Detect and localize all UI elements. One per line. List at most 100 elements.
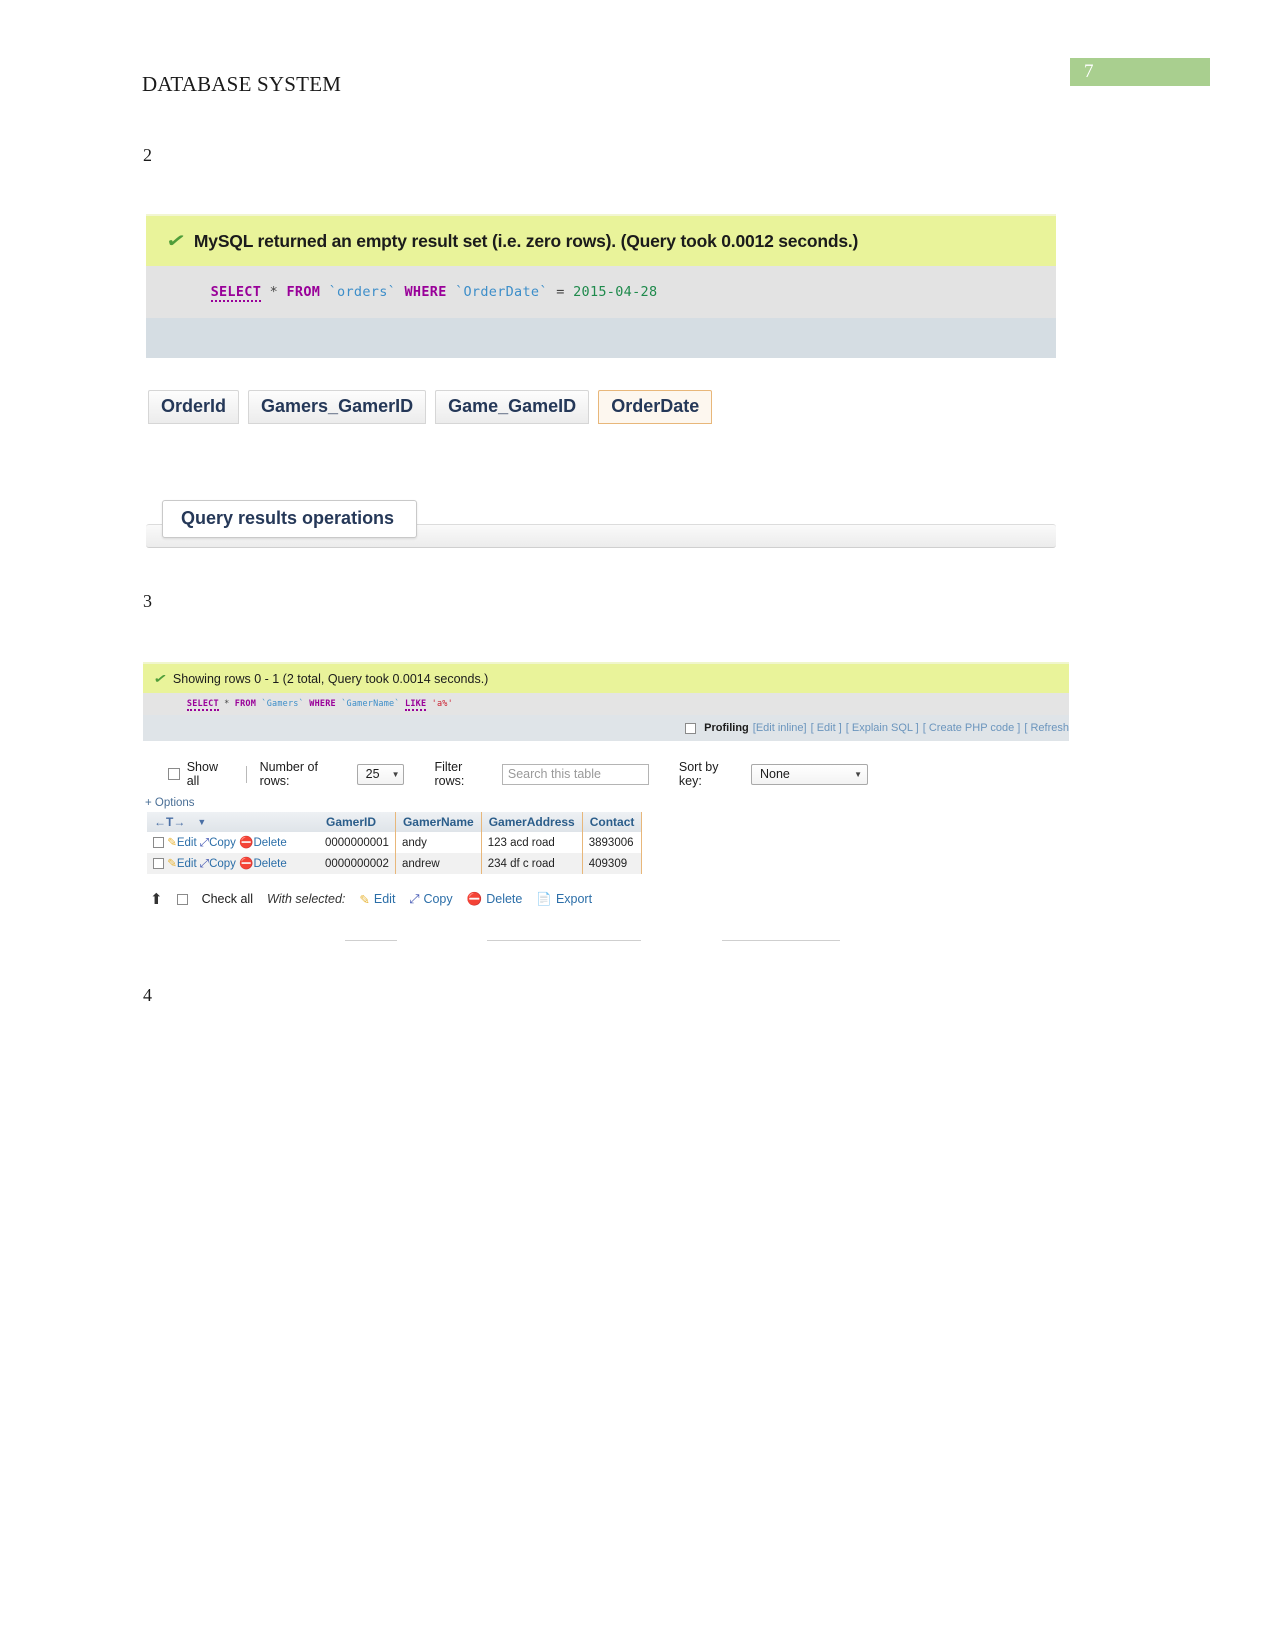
sql-column-name: `OrderDate` (455, 284, 548, 300)
column-chip-orderid[interactable]: OrderId (148, 390, 240, 424)
pencil-icon: ✎ (167, 837, 177, 849)
copy-icon: ⤢ (199, 837, 210, 849)
cell-gamerid: 0000000001 (319, 832, 396, 853)
row-checkbox[interactable] (153, 858, 164, 870)
edit-inline-link[interactable]: [Edit inline] (753, 722, 807, 734)
sort-by-key-value: None (760, 767, 790, 781)
bulk-edit-label: Edit (373, 892, 396, 906)
column-chip-game-gameid[interactable]: Game_GameID (435, 390, 590, 424)
sql-keyword-select: SELECT (210, 284, 262, 302)
sql-keyword-where: WHERE (309, 699, 336, 709)
cell-gamername: andrew (395, 853, 482, 874)
sql-display: SELECT * FROM `orders` WHERE `OrderDate`… (146, 266, 1056, 318)
delete-icon: ⛔ (239, 837, 254, 849)
row-delete-link[interactable]: Delete (253, 837, 286, 849)
sort-by-key-select[interactable]: None ▼ (751, 763, 868, 785)
bulk-copy-button[interactable]: ⤢ Copy (409, 892, 452, 907)
select-all-arrow-icon[interactable]: ⬆ (150, 890, 163, 908)
result-options-bar: Show all Number of rows: 25 ▼ Filter row… (168, 760, 868, 788)
decorative-rule (722, 940, 840, 941)
bulk-export-label: Export (555, 892, 593, 906)
table-bottom-action-bar: ⬆ Check all With selected: ✎ Edit ⤢ Copy… (150, 890, 592, 908)
check-all-checkbox[interactable] (176, 893, 188, 905)
create-php-code-link[interactable]: [ Create PHP code ] (923, 722, 1021, 734)
bulk-export-button[interactable]: 📄 Export (536, 892, 592, 907)
sql-star: * (269, 284, 279, 300)
sql-display-rows: SELECT * FROM `Gamers` WHERE `GamerName`… (143, 693, 1069, 715)
column-header-contact[interactable]: Contact (582, 812, 643, 832)
pencil-icon: ✎ (359, 892, 370, 907)
sql-column-name: `GamerName` (341, 699, 400, 709)
chevron-down-icon: ▼ (854, 769, 862, 779)
column-header-gamerid[interactable]: GamerID (319, 812, 396, 832)
decorative-rule (345, 940, 397, 941)
column-chip-gamers-gamerid[interactable]: Gamers_GamerID (248, 390, 427, 424)
options-toggle-link[interactable]: + Options (145, 797, 195, 809)
number-of-rows-select[interactable]: 25 ▼ (356, 763, 405, 785)
row-edit-link[interactable]: Edit (177, 858, 197, 870)
sort-by-key-label: Sort by key: (678, 760, 719, 788)
table-nav-header: ←T→ ▼ (147, 812, 319, 832)
cell-gameraddress: 234 df c road (481, 853, 583, 874)
section-number-2: 2 (143, 145, 152, 165)
query-results-operations-tab[interactable]: Query results operations (162, 500, 418, 538)
cell-gamerid: 0000000002 (319, 853, 396, 874)
filter-rows-input[interactable]: Search this table (501, 763, 649, 785)
sql-table-name: `Gamers` (261, 699, 304, 709)
pencil-icon: ✎ (167, 858, 177, 870)
explain-sql-link[interactable]: [ Explain SQL ] (846, 722, 919, 734)
toolbar-divider (245, 765, 247, 783)
status-message-rows: Showing rows 0 - 1 (2 total, Query took … (172, 671, 489, 686)
bulk-edit-button[interactable]: ✎ Edit (359, 892, 395, 907)
panel-footer (146, 318, 1056, 358)
sql-keyword-from: FROM (234, 699, 257, 709)
column-chip-orderdate[interactable]: OrderDate (598, 390, 713, 424)
sql-keyword-from: FROM (286, 284, 321, 300)
cell-gameraddress: 123 acd road (481, 832, 583, 853)
row-copy-link[interactable]: Copy (209, 858, 236, 870)
cell-contact: 3893006 (582, 832, 643, 853)
page-title: DATABASE SYSTEM (142, 72, 342, 96)
column-header-gameraddress[interactable]: GamerAddress (481, 812, 583, 832)
sql-value: 'a%' (431, 699, 453, 709)
copy-icon: ⤢ (409, 891, 420, 906)
delete-icon: ⛔ (239, 858, 254, 870)
sql-operator: = (556, 284, 565, 300)
check-all-label: Check all (201, 892, 253, 906)
sql-keyword-select: SELECT (186, 699, 219, 711)
row-edit-link[interactable]: Edit (177, 837, 197, 849)
bulk-delete-button[interactable]: ⛔ Delete (467, 892, 523, 907)
number-of-rows-label: Number of rows: (259, 760, 318, 788)
column-header-gamername[interactable]: GamerName (395, 812, 482, 832)
chevron-down-icon: ▼ (391, 769, 400, 779)
profiling-checkbox[interactable] (685, 722, 697, 734)
sql-table-name: `orders` (328, 284, 397, 300)
sort-caret-icon[interactable]: ▼ (197, 817, 206, 827)
status-message: MySQL returned an empty result set (i.e.… (193, 230, 859, 251)
table-row: ✎Edit ⤢Copy ⛔Delete 0000000002 andrew 23… (147, 853, 643, 874)
show-all-label: Show all (186, 760, 218, 788)
row-delete-link[interactable]: Delete (253, 858, 286, 870)
query-result-panel-rows: ✓ Showing rows 0 - 1 (2 total, Query too… (143, 662, 1069, 741)
copy-icon: ⤢ (199, 858, 210, 870)
delete-icon: ⛔ (466, 891, 483, 906)
query-result-panel-empty: ✓ MySQL returned an empty result set (i.… (146, 214, 1056, 358)
sql-value: 2015-04-28 (573, 284, 658, 300)
row-actions: ✎Edit ⤢Copy ⛔Delete (147, 853, 319, 874)
refresh-link[interactable]: [ Refresh (1024, 722, 1069, 734)
export-icon: 📄 (536, 891, 552, 906)
number-of-rows-value: 25 (365, 767, 380, 781)
cell-contact: 409309 (582, 853, 643, 874)
cell-gamername: andy (395, 832, 482, 853)
section-number-4: 4 (143, 985, 152, 1005)
bulk-copy-label: Copy (423, 892, 453, 906)
page-number-badge: 7 (1070, 58, 1210, 86)
edit-link[interactable]: [ Edit ] (811, 722, 842, 734)
show-all-checkbox[interactable] (168, 768, 180, 780)
row-copy-link[interactable]: Copy (209, 837, 236, 849)
results-table: ←T→ ▼ GamerID GamerName GamerAddress Con… (147, 812, 643, 874)
nav-arrows-icon[interactable]: ←T→ (154, 815, 185, 829)
row-checkbox[interactable] (153, 837, 164, 849)
profiling-label: Profiling (704, 722, 749, 734)
row-actions: ✎Edit ⤢Copy ⛔Delete (147, 832, 319, 853)
